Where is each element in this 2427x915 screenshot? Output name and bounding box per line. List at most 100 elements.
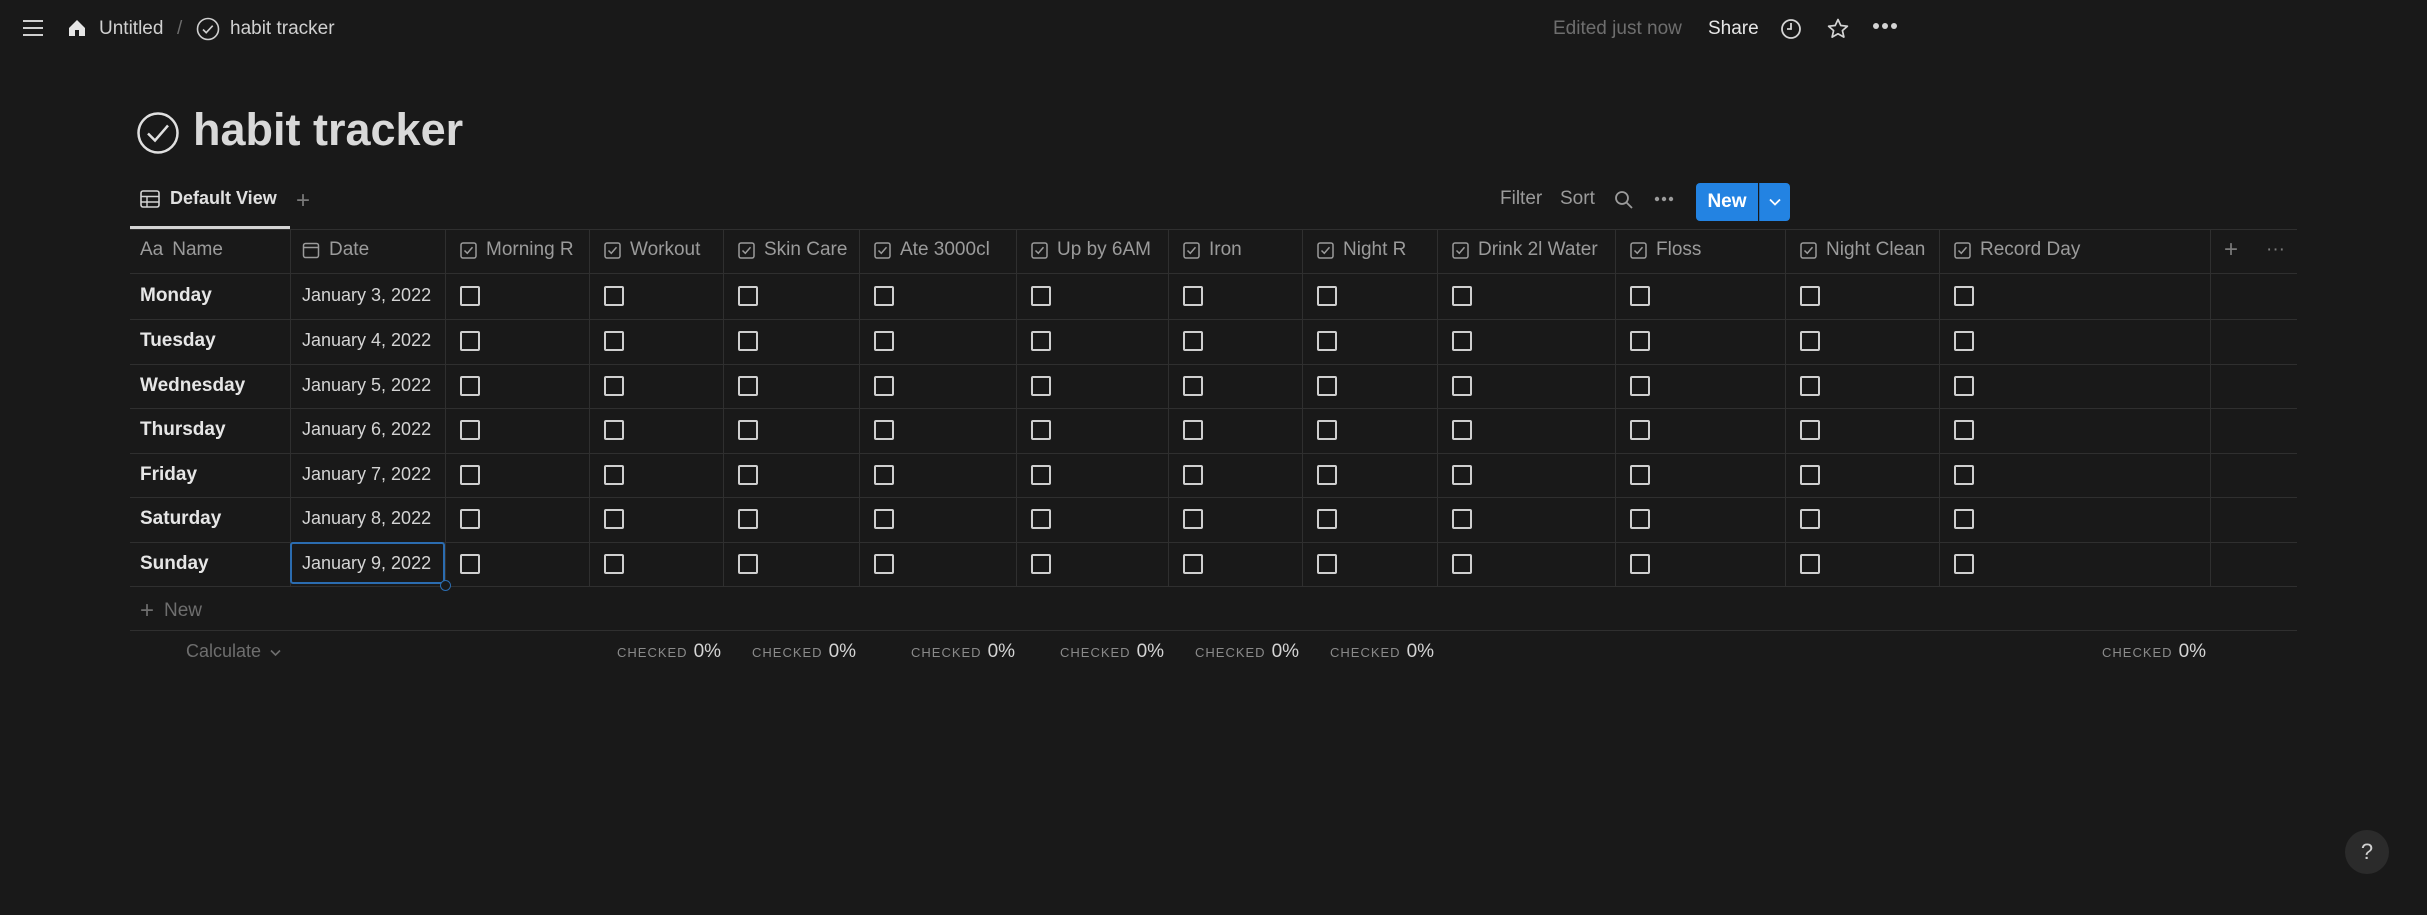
row-name-cell[interactable]: Friday — [140, 464, 197, 486]
menu-icon[interactable] — [22, 18, 44, 38]
habit-checkbox[interactable] — [1630, 554, 1650, 574]
calculate-button[interactable]: Calculate — [186, 641, 281, 662]
habit-checkbox[interactable] — [1317, 465, 1337, 485]
habit-checkbox[interactable] — [460, 509, 480, 529]
habit-checkbox[interactable] — [874, 465, 894, 485]
habit-checkbox[interactable] — [1954, 465, 1974, 485]
habit-checkbox[interactable] — [1183, 509, 1203, 529]
column-header-habit[interactable]: Iron — [1183, 238, 1242, 262]
habit-checkbox[interactable] — [1800, 376, 1820, 396]
column-header-habit[interactable]: Night Clean — [1800, 238, 1925, 262]
habit-checkbox[interactable] — [1954, 331, 1974, 351]
new-button[interactable]: New — [1696, 183, 1758, 221]
habit-checkbox[interactable] — [460, 554, 480, 574]
table-more-button[interactable]: ··· — [2266, 238, 2285, 262]
habit-checkbox[interactable] — [1317, 376, 1337, 396]
column-header-habit[interactable]: Morning R — [460, 238, 574, 262]
habit-checkbox[interactable] — [874, 286, 894, 306]
star-icon[interactable] — [1826, 17, 1850, 41]
habit-checkbox[interactable] — [1630, 509, 1650, 529]
habit-checkbox[interactable] — [738, 554, 758, 574]
row-name-cell[interactable]: Tuesday — [140, 330, 216, 352]
habit-checkbox[interactable] — [1452, 509, 1472, 529]
habit-checkbox[interactable] — [1630, 331, 1650, 351]
habit-checkbox[interactable] — [1954, 509, 1974, 529]
search-icon[interactable] — [1614, 190, 1634, 210]
habit-checkbox[interactable] — [1452, 376, 1472, 396]
habit-checkbox[interactable] — [738, 286, 758, 306]
more-options-icon[interactable] — [1872, 22, 1898, 30]
row-date-cell[interactable]: January 5, 2022 — [302, 375, 431, 396]
habit-checkbox[interactable] — [1031, 376, 1051, 396]
habit-checkbox[interactable] — [1800, 554, 1820, 574]
habit-checkbox[interactable] — [604, 286, 624, 306]
habit-checkbox[interactable] — [1954, 420, 1974, 440]
habit-checkbox[interactable] — [874, 376, 894, 396]
view-more-icon[interactable] — [1654, 196, 1674, 202]
add-view-button[interactable]: + — [296, 187, 310, 215]
clock-icon[interactable] — [1780, 18, 1802, 40]
habit-checkbox[interactable] — [460, 420, 480, 440]
checked-percent-stat[interactable]: CHECKED 0% — [617, 641, 721, 663]
row-name-cell[interactable]: Wednesday — [140, 375, 245, 397]
row-name-cell[interactable]: Sunday — [140, 553, 209, 575]
page-title[interactable]: habit tracker — [193, 104, 463, 156]
habit-checkbox[interactable] — [1183, 420, 1203, 440]
habit-checkbox[interactable] — [604, 376, 624, 396]
habit-checkbox[interactable] — [1954, 286, 1974, 306]
habit-checkbox[interactable] — [460, 376, 480, 396]
habit-checkbox[interactable] — [738, 376, 758, 396]
column-header-habit[interactable]: Skin Care — [738, 238, 847, 262]
habit-checkbox[interactable] — [1317, 331, 1337, 351]
row-date-cell[interactable]: January 7, 2022 — [302, 464, 431, 485]
column-header-habit[interactable]: Floss — [1630, 238, 1701, 262]
habit-checkbox[interactable] — [1452, 554, 1472, 574]
column-header-habit[interactable]: Workout — [604, 238, 700, 262]
habit-checkbox[interactable] — [738, 331, 758, 351]
habit-checkbox[interactable] — [1317, 420, 1337, 440]
share-button[interactable]: Share — [1708, 18, 1759, 40]
sort-button[interactable]: Sort — [1560, 188, 1595, 210]
habit-checkbox[interactable] — [1630, 286, 1650, 306]
habit-checkbox[interactable] — [604, 420, 624, 440]
column-header-date[interactable]: Date — [302, 238, 369, 262]
habit-checkbox[interactable] — [1630, 376, 1650, 396]
habit-checkbox[interactable] — [604, 554, 624, 574]
checked-percent-stat[interactable]: CHECKED 0% — [1330, 641, 1434, 663]
row-date-cell[interactable]: January 4, 2022 — [302, 330, 431, 351]
habit-checkbox[interactable] — [1800, 509, 1820, 529]
row-name-cell[interactable]: Saturday — [140, 508, 221, 530]
checked-percent-stat[interactable]: CHECKED 0% — [2102, 641, 2206, 663]
checked-percent-stat[interactable]: CHECKED 0% — [752, 641, 856, 663]
habit-checkbox[interactable] — [1183, 331, 1203, 351]
row-name-cell[interactable]: Monday — [140, 285, 212, 307]
row-name-cell[interactable]: Thursday — [140, 419, 226, 441]
row-date-cell[interactable]: January 6, 2022 — [302, 419, 431, 440]
habit-checkbox[interactable] — [1452, 286, 1472, 306]
new-dropdown-button[interactable] — [1759, 183, 1790, 221]
column-header-name[interactable]: Aa Name — [140, 238, 223, 262]
habit-checkbox[interactable] — [1452, 331, 1472, 351]
habit-checkbox[interactable] — [874, 509, 894, 529]
habit-checkbox[interactable] — [460, 465, 480, 485]
breadcrumb-habit-tracker[interactable]: habit tracker — [230, 18, 335, 40]
habit-checkbox[interactable] — [1800, 465, 1820, 485]
help-button[interactable]: ? — [2345, 830, 2389, 874]
habit-checkbox[interactable] — [604, 465, 624, 485]
checked-percent-stat[interactable]: CHECKED 0% — [1195, 641, 1299, 663]
habit-checkbox[interactable] — [1031, 420, 1051, 440]
habit-checkbox[interactable] — [874, 331, 894, 351]
column-header-habit[interactable]: Up by 6AM — [1031, 238, 1151, 262]
habit-checkbox[interactable] — [1183, 554, 1203, 574]
tab-default-view[interactable]: Default View — [140, 188, 277, 209]
habit-checkbox[interactable] — [1317, 509, 1337, 529]
habit-checkbox[interactable] — [738, 509, 758, 529]
habit-checkbox[interactable] — [1031, 286, 1051, 306]
habit-checkbox[interactable] — [1954, 554, 1974, 574]
checked-percent-stat[interactable]: CHECKED 0% — [911, 641, 1015, 663]
habit-checkbox[interactable] — [1800, 331, 1820, 351]
row-date-cell[interactable]: January 8, 2022 — [302, 508, 431, 529]
habit-checkbox[interactable] — [1183, 286, 1203, 306]
habit-checkbox[interactable] — [1317, 554, 1337, 574]
habit-checkbox[interactable] — [1800, 286, 1820, 306]
